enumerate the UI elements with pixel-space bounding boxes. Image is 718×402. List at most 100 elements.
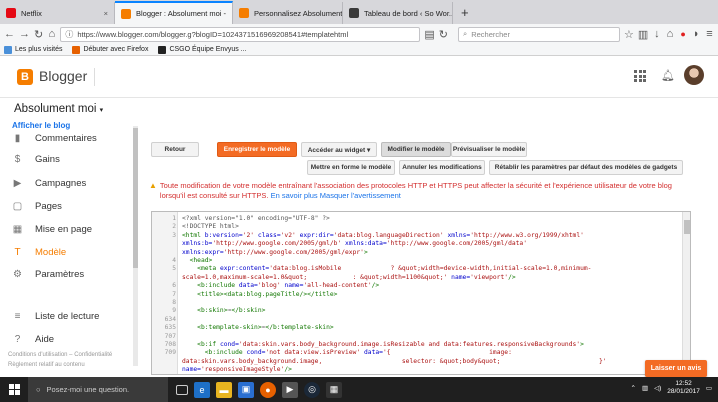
sidebar-item-gains[interactable]: $ Gains	[12, 154, 60, 165]
forward-arrow-icon[interactable]: →	[19, 27, 30, 41]
search-input[interactable]: ⌕ Rechercher	[457, 26, 620, 42]
clock[interactable]: 12:52 28/01/2017	[667, 380, 700, 396]
sidebar-item-param-tres[interactable]: ⚙ Paramètres	[12, 269, 84, 280]
line-number: 2	[172, 223, 176, 231]
sidebar-item-label: Mise en page	[35, 224, 93, 235]
content-policy-link[interactable]: Règlement relatif au contenu	[8, 362, 85, 368]
reload-page-icon[interactable]: ↻	[439, 27, 448, 41]
html-code-editor[interactable]: 1 <?xml version="1.0" encoding="UTF-8" ?>…	[151, 211, 691, 375]
line-number: 3	[172, 231, 176, 239]
warning-icon: ▲	[149, 181, 157, 190]
sidebar-item-mise-en-page[interactable]: ▦ Mise en page	[12, 224, 92, 235]
sidebar-item-label: Modèle	[35, 247, 67, 258]
code-line: 3 <html b:version='2' class='v2' expr:dir…	[152, 232, 682, 240]
view-blog-link[interactable]: Afficher le blog	[12, 121, 70, 130]
close-tab-icon[interactable]: ×	[226, 9, 232, 18]
preview-template-button[interactable]: Prévisualiser le modèle	[451, 142, 527, 157]
privacy-link[interactable]: Confidentialité	[74, 352, 112, 358]
save-template-button[interactable]: Enregistrer le modèle	[217, 142, 297, 157]
line-number: 8	[172, 299, 176, 306]
fold-arrow-icon[interactable]: ▶	[151, 307, 152, 315]
media-icon[interactable]: ▶	[282, 381, 298, 398]
file-explorer-icon[interactable]: ▬	[216, 381, 232, 398]
browser-tab[interactable]: Tableau de bord ‹ So Wor...×	[343, 2, 453, 24]
reader-view-icon[interactable]: ▤	[424, 27, 434, 41]
feedback-button[interactable]: Laisser un avis	[645, 360, 707, 377]
edge-icon[interactable]: e	[194, 381, 210, 398]
reset-gadgets-button[interactable]: Rétablir les paramètres par défaut des m…	[489, 160, 683, 175]
download-icon[interactable]: ↓	[652, 27, 661, 41]
widget-dropdown[interactable]: Accéder au widget ▾	[301, 142, 377, 157]
learn-more-link[interactable]: En savoir plus	[271, 191, 318, 200]
windows-start-icon[interactable]	[0, 377, 28, 402]
bookmark-item[interactable]: Les plus visités	[4, 45, 62, 54]
sidebar-item-pages[interactable]: ▢ Pages	[12, 201, 62, 212]
cortana-search[interactable]: ○ Posez-moi une question.	[28, 377, 168, 402]
fold-arrow-icon[interactable]: ▶	[151, 324, 152, 332]
reload-icon[interactable]: ↻	[34, 27, 43, 41]
sidebar-item-label: Pages	[35, 201, 62, 212]
app-icon[interactable]: ▦	[326, 381, 342, 398]
network-icon[interactable]: ▥	[642, 384, 648, 392]
editor-scrollbar[interactable]	[682, 212, 690, 374]
tray-up-icon[interactable]: ⌃	[631, 384, 636, 392]
tab-title: Netflix	[21, 8, 42, 18]
code-text: name='responsiveImageStyle'/>	[182, 366, 292, 374]
chevron-down-icon: ▾	[99, 107, 104, 114]
code-line: xmlns:expr='http://www.google.com/2005/g…	[152, 249, 682, 257]
new-tab-button[interactable]: +	[453, 2, 477, 24]
library-icon[interactable]: ▥	[638, 27, 648, 41]
edit-template-button[interactable]: Modifier le modèle	[381, 142, 451, 157]
code-line: 2 <!DOCTYPE html>	[152, 223, 682, 231]
store-icon[interactable]: ▣	[238, 381, 254, 398]
hide-warning-link[interactable]: Masquer l'avertissement	[320, 191, 401, 200]
bookmark-star-icon[interactable]: ☆	[624, 27, 634, 41]
close-tab-icon[interactable]: ×	[98, 9, 108, 18]
back-button[interactable]: Retour	[151, 142, 199, 157]
line-number: 635	[164, 324, 176, 332]
line-number: 5	[172, 265, 176, 273]
terms-link[interactable]: Conditions d'utilisation	[8, 352, 68, 358]
settings-icon: ⚙	[13, 269, 22, 280]
sidebar-item-mod-le[interactable]: T Modèle	[12, 247, 66, 258]
apps-grid-icon[interactable]	[634, 70, 646, 82]
volume-icon[interactable]: ◁)	[654, 384, 661, 392]
browser-tab[interactable]: Personnalisez Absolument Mo...×	[233, 2, 343, 24]
sidebar-item-campagnes[interactable]: ▶ Campagnes	[12, 178, 87, 189]
bookmark-item[interactable]: Débuter avec Firefox	[72, 45, 148, 54]
app-name[interactable]: Blogger	[39, 68, 87, 84]
blogger-logo-icon[interactable]: B	[17, 69, 33, 85]
browser-tab[interactable]: Blogger : Absolument moi - ×	[115, 1, 233, 24]
code-line: data:skin.vars.body_background.image, se…	[152, 358, 682, 366]
adblock-icon[interactable]: ●	[679, 27, 688, 41]
sidebar-item-liste-de-lecture[interactable]: ≡ Liste de lecture	[12, 311, 100, 322]
sidebar-item-aide[interactable]: ? Aide	[12, 334, 54, 345]
home-button-icon[interactable]: ⌂	[665, 27, 674, 41]
bookmark-item[interactable]: CSGO Équipe Envyus ...	[158, 45, 247, 54]
url-bar[interactable]: ⓘ https://www.blogger.com/blogger.g?blog…	[60, 26, 421, 42]
line-number: 7	[172, 290, 176, 298]
blog-selector[interactable]: Absolument moi ▾	[14, 103, 103, 115]
steam-icon[interactable]: ◎	[304, 381, 320, 398]
sidebar-item-commentaires[interactable]: ▮ Commentaires	[12, 133, 97, 144]
notification-center-icon[interactable]: ▭	[706, 384, 712, 392]
menu-icon[interactable]: ≡	[705, 27, 714, 41]
code-text: scale=1.0,maximum-scale=1.0&quot; : &quo…	[182, 273, 516, 281]
code-text: <b:include cond='not data:view.isPreview…	[204, 349, 512, 357]
warning-text: Toute modification de votre modèle entra…	[159, 181, 672, 200]
firefox-icon[interactable]: ●	[260, 381, 276, 398]
sidebar-scrollbar[interactable]	[133, 126, 138, 366]
format-template-button[interactable]: Mettre en forme le modèle	[307, 160, 395, 175]
back-arrow-icon[interactable]: ←	[4, 27, 15, 41]
code-line: 7 <title><data:blog.pageTitle/></title>	[152, 291, 682, 299]
home-icon[interactable]: ⌂	[47, 27, 56, 41]
sidebar-item-label: Gains	[35, 154, 60, 165]
notifications-bell-icon[interactable]: 🔔︎	[661, 69, 675, 82]
avatar[interactable]	[684, 65, 704, 85]
browser-tab[interactable]: Netflix ×	[0, 2, 115, 24]
code-text: <b:include data='blog' name='all-head-co…	[197, 282, 380, 290]
code-line: 707	[152, 333, 682, 341]
undo-changes-button[interactable]: Annuler les modifications	[399, 160, 485, 175]
pocket-icon[interactable]: ◗	[692, 27, 701, 41]
task-view-icon[interactable]	[176, 384, 188, 395]
